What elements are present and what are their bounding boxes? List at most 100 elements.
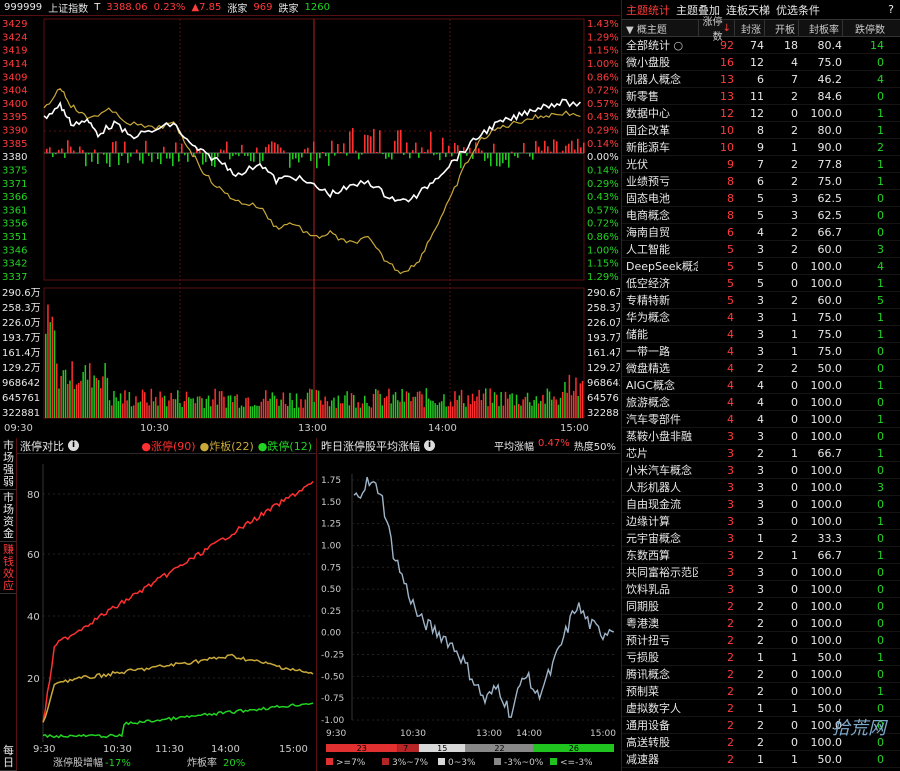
tab-market-funds[interactable]: 市场资金 xyxy=(0,490,17,542)
legend-item[interactable]: ●跌停(12) xyxy=(258,438,312,454)
x-tick: 9:30 xyxy=(326,729,346,739)
table-row[interactable]: 预制菜 2 2 0 100.0 1 xyxy=(622,683,900,700)
table-row[interactable]: 全部统计 ○ 92 74 18 80.4 14 xyxy=(622,37,900,54)
volume-bar xyxy=(500,392,502,418)
opened-count: 3 xyxy=(791,191,798,205)
pct-bar xyxy=(49,147,51,153)
pct-bar xyxy=(205,153,207,163)
limitup-count: 3 xyxy=(727,582,734,596)
col-header-limitup[interactable]: 涨停数 ↓ xyxy=(698,17,734,43)
volume-tick: 258.3万 xyxy=(587,303,620,314)
sealed-count: 9 xyxy=(757,140,764,154)
table-row[interactable]: 国企改革 10 8 2 80.0 1 xyxy=(622,122,900,139)
limitdown-count: 0 xyxy=(877,208,884,222)
heat-label: 热度50% xyxy=(573,442,616,453)
table-row[interactable]: AIGC概念 4 4 0 100.0 1 xyxy=(622,377,900,394)
pct-bar xyxy=(517,153,519,158)
pct-bar xyxy=(136,149,138,153)
legend-swatch xyxy=(326,758,333,765)
table-row[interactable]: 光伏 9 7 2 77.8 1 xyxy=(622,156,900,173)
table-row[interactable]: 粤港澳 2 2 0 100.0 0 xyxy=(622,615,900,632)
info-icon[interactable]: i xyxy=(68,440,79,451)
volume-bar xyxy=(115,397,117,418)
table-row[interactable]: 华为概念 4 3 1 75.0 1 xyxy=(622,309,900,326)
col-header-opened[interactable]: 开板 xyxy=(764,20,798,36)
legend-item[interactable]: ●炸板(22) xyxy=(200,438,254,454)
volume-bar xyxy=(278,405,280,418)
tab-money-effect[interactable]: 赚钱效应 xyxy=(0,542,17,594)
volume-bar xyxy=(573,391,575,418)
table-row[interactable]: 边缘计算 3 3 0 100.0 1 xyxy=(622,513,900,530)
volume-bar xyxy=(425,388,428,418)
table-row[interactable]: 同期股 2 2 0 100.0 0 xyxy=(622,598,900,615)
tab-theme-stats[interactable]: 主题统计 xyxy=(626,2,670,18)
table-row[interactable]: 旅游概念 4 4 0 100.0 0 xyxy=(622,394,900,411)
toggle-icon[interactable]: ○ xyxy=(670,39,683,52)
limitdown-count: 0 xyxy=(877,89,884,103)
table-row[interactable]: 电商概念 8 5 3 62.5 0 xyxy=(622,207,900,224)
panel-title: 昨日涨停股平均涨幅 xyxy=(321,439,420,453)
intraday-chart[interactable]: 3429 3424 3419 3414 3409 3404 3400 3395 3390 3385… xyxy=(0,16,620,430)
table-row[interactable]: 减速器 2 1 1 50.0 0 xyxy=(622,751,900,768)
time-axis: 09:30 10:30 13:00 14:00 15:00 xyxy=(4,423,589,434)
table-row[interactable]: 微小盘股 16 12 4 75.0 0 xyxy=(622,54,900,71)
volume-bar xyxy=(333,397,335,418)
table-row[interactable]: 低空经济 5 5 0 100.0 1 xyxy=(622,275,900,292)
table-row[interactable]: 新能源车 10 9 1 90.0 2 xyxy=(622,139,900,156)
sealed-count: 2 xyxy=(757,735,764,749)
volume-bar xyxy=(152,401,155,418)
table-row[interactable]: 腾讯概念 2 2 0 100.0 0 xyxy=(622,666,900,683)
table-row[interactable]: 芯片 3 2 1 66.7 1 xyxy=(622,445,900,462)
table-row[interactable]: 元宇宙概念 3 1 2 33.3 0 xyxy=(622,530,900,547)
col-header-limitdown[interactable]: 跌停数 xyxy=(842,20,888,36)
table-row[interactable]: 蒸鞍小盘非融 3 3 0 100.0 0 xyxy=(622,428,900,445)
volume-bar xyxy=(423,407,425,418)
table-row[interactable]: 亏损股 2 1 1 50.0 1 xyxy=(622,649,900,666)
y-tick: 0.25 xyxy=(321,607,341,617)
info-icon[interactable]: i xyxy=(424,440,435,451)
table-row[interactable]: 海南自贸 6 4 2 66.7 0 xyxy=(622,224,900,241)
volume-bar xyxy=(317,390,320,418)
table-row[interactable]: 专精特新 5 3 2 60.0 5 xyxy=(622,292,900,309)
table-row[interactable]: 微盘精选 4 2 2 50.0 0 xyxy=(622,360,900,377)
tab-board-ladder[interactable]: 连板天梯 xyxy=(726,2,770,18)
col-header-seal-rate[interactable]: 封板率 xyxy=(798,20,842,36)
seal-rate: 75.0 xyxy=(817,344,843,358)
table-row[interactable]: 共同富裕示范区 3 3 0 100.0 0 xyxy=(622,564,900,581)
volume-bar xyxy=(172,399,175,418)
legend-item[interactable]: ●涨停(90) xyxy=(141,438,195,454)
volume-bar xyxy=(185,391,188,418)
col-header-theme[interactable]: ▼ 概主题 xyxy=(622,21,698,36)
tab-preferred-conditions[interactable]: 优选条件 xyxy=(776,2,820,18)
table-row[interactable]: 自由现金流 3 3 0 100.0 0 xyxy=(622,496,900,513)
opened-count: 0 xyxy=(791,633,798,647)
table-row[interactable]: 小米汽车概念 3 3 0 100.0 0 xyxy=(622,462,900,479)
pct-bar xyxy=(73,150,75,153)
table-row[interactable]: 饮料乳品 3 3 0 100.0 0 xyxy=(622,581,900,598)
table-row[interactable]: 储能 4 3 1 75.0 1 xyxy=(622,326,900,343)
table-row[interactable]: 业绩预亏 8 6 2 75.0 1 xyxy=(622,173,900,190)
distribution-value: 7 xyxy=(403,744,408,753)
theme-name: 电商概念 xyxy=(626,209,670,222)
theme-name: 预计扭亏 xyxy=(626,634,670,647)
table-row[interactable]: 东数西算 3 2 1 66.7 1 xyxy=(622,547,900,564)
help-icon[interactable]: ? xyxy=(888,3,900,16)
table-row[interactable]: 新零售 13 11 2 84.6 0 xyxy=(622,88,900,105)
table-row[interactable]: 数据中心 12 12 0 100.0 1 xyxy=(622,105,900,122)
table-row[interactable]: 一带一路 4 3 1 75.0 0 xyxy=(622,343,900,360)
x-tick: 15:00 xyxy=(590,729,616,739)
table-row[interactable]: 固态电池 8 5 3 62.5 0 xyxy=(622,190,900,207)
theme-name: 数据中心 xyxy=(626,107,670,120)
table-row[interactable]: 汽车零部件 4 4 0 100.0 1 xyxy=(622,411,900,428)
volume-bar xyxy=(141,389,144,418)
table-row[interactable]: 预计扭亏 2 2 0 100.0 0 xyxy=(622,632,900,649)
tab-market-strength[interactable]: 市场强弱 xyxy=(0,438,17,490)
table-row[interactable]: DeepSeek概念 5 5 0 100.0 4 xyxy=(622,258,900,275)
theme-name: 国企改革 xyxy=(626,124,670,137)
table-row[interactable]: 机器人概念 13 6 7 46.2 4 xyxy=(622,71,900,88)
limitdown-count: 1 xyxy=(877,327,884,341)
tab-daily[interactable]: 每日 xyxy=(0,743,17,771)
col-header-sealed[interactable]: 封涨 xyxy=(734,20,764,36)
table-row[interactable]: 人工智能 5 3 2 60.0 3 xyxy=(622,241,900,258)
table-row[interactable]: 人形机器人 3 3 0 100.0 3 xyxy=(622,479,900,496)
